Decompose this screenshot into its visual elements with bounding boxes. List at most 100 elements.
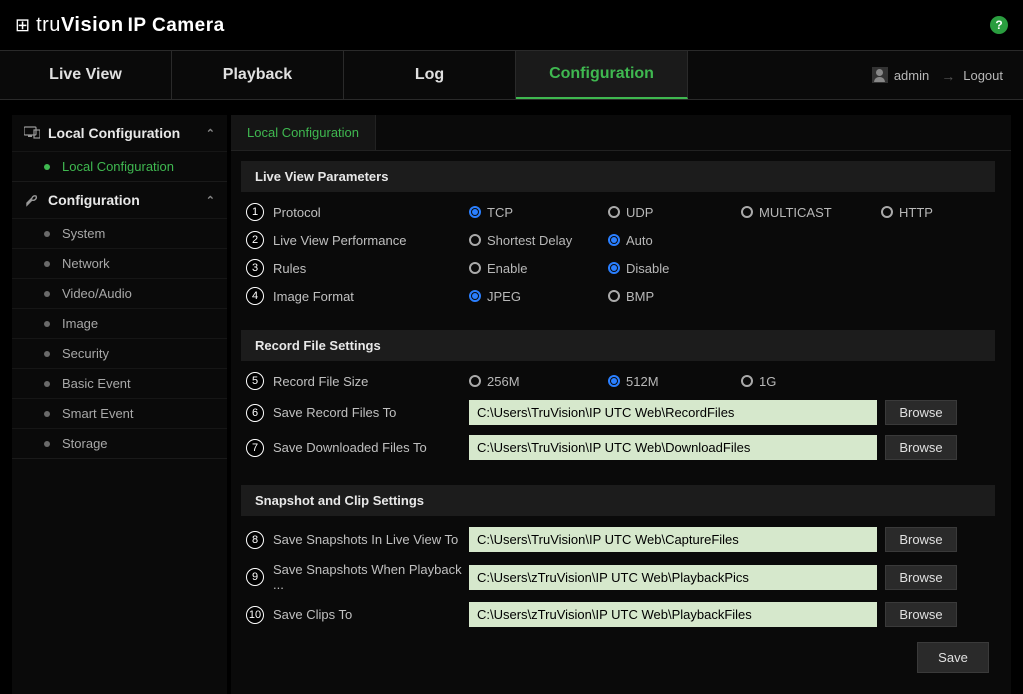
sidebar-group-local: Local Configuration ⌃ Local Configuratio… bbox=[12, 115, 227, 182]
input-clips[interactable] bbox=[469, 602, 877, 627]
label-snapshot-playback: Save Snapshots When Playback ... bbox=[269, 562, 469, 592]
nav-tab-configuration[interactable]: Configuration bbox=[516, 51, 688, 99]
label-clips: Save Clips To bbox=[269, 607, 469, 622]
brand-logo: ⊞ truVisionIP Camera bbox=[15, 14, 225, 37]
row-image-format: 4 Image Format JPEG BMP bbox=[241, 282, 995, 310]
sidebar-item-storage[interactable]: Storage bbox=[12, 428, 227, 458]
input-snapshot-playback[interactable] bbox=[469, 565, 877, 590]
sidebar-item-video-audio[interactable]: Video/Audio bbox=[12, 278, 227, 308]
radio-icon bbox=[469, 234, 481, 246]
radio-rules-disable[interactable]: Disable bbox=[608, 261, 741, 276]
row-record-size: 5 Record File Size 256M 512M 1G bbox=[241, 367, 995, 395]
sidebar-item-network[interactable]: Network bbox=[12, 248, 227, 278]
marker-7: 7 bbox=[246, 439, 264, 457]
marker-5: 5 bbox=[246, 372, 264, 390]
brand-text: truVisionIP Camera bbox=[36, 14, 225, 37]
app-header: ⊞ truVisionIP Camera ? bbox=[0, 0, 1023, 50]
section-title-record: Record File Settings bbox=[241, 330, 995, 361]
sidebar-item-smart-event[interactable]: Smart Event bbox=[12, 398, 227, 428]
sidebar-header-configuration[interactable]: Configuration ⌃ bbox=[12, 182, 227, 218]
settings-panel: Live View Parameters 1 Protocol TCP UDP … bbox=[231, 151, 1011, 693]
radio-icon bbox=[469, 262, 481, 274]
radio-protocol-tcp[interactable]: TCP bbox=[469, 205, 608, 220]
section-title-live-view: Live View Parameters bbox=[241, 161, 995, 192]
sidebar-item-basic-event[interactable]: Basic Event bbox=[12, 368, 227, 398]
logout-label: Logout bbox=[963, 68, 1003, 83]
sidebar-item-system[interactable]: System bbox=[12, 218, 227, 248]
label-performance: Live View Performance bbox=[269, 233, 469, 248]
marker-4: 4 bbox=[246, 287, 264, 305]
row-snapshot-playback-path: 9 Save Snapshots When Playback ... Brows… bbox=[241, 557, 995, 597]
radio-icon bbox=[608, 375, 620, 387]
nav-tab-live-view[interactable]: Live View bbox=[0, 51, 172, 99]
brand-prefix: tru bbox=[36, 14, 61, 36]
radio-icon bbox=[469, 206, 481, 218]
brand-icon: ⊞ bbox=[15, 15, 30, 36]
marker-9: 9 bbox=[246, 568, 264, 586]
radio-icon bbox=[608, 234, 620, 246]
monitor-icon bbox=[24, 126, 40, 140]
save-button[interactable]: Save bbox=[917, 642, 989, 673]
browse-button-snapshot-live[interactable]: Browse bbox=[885, 527, 957, 552]
radio-icon bbox=[608, 206, 620, 218]
sidebar-item-image[interactable]: Image bbox=[12, 308, 227, 338]
row-protocol: 1 Protocol TCP UDP MULTICAST HTTP bbox=[241, 198, 995, 226]
browse-button-snapshot-playback[interactable]: Browse bbox=[885, 565, 957, 590]
sidebar-item-security[interactable]: Security bbox=[12, 338, 227, 368]
input-download-path[interactable] bbox=[469, 435, 877, 460]
radio-icon bbox=[881, 206, 893, 218]
help-icon[interactable]: ? bbox=[990, 16, 1008, 34]
content-tabs: Local Configuration bbox=[231, 115, 1011, 151]
marker-10: 10 bbox=[246, 606, 264, 624]
radio-icon bbox=[741, 206, 753, 218]
sidebar-header-local[interactable]: Local Configuration ⌃ bbox=[12, 115, 227, 151]
input-snapshot-live[interactable] bbox=[469, 527, 877, 552]
user-chip[interactable]: admin bbox=[872, 67, 929, 83]
brand-main: Vision bbox=[61, 14, 124, 36]
label-snapshot-live: Save Snapshots In Live View To bbox=[269, 532, 469, 547]
radio-icon bbox=[608, 262, 620, 274]
nav-tab-log[interactable]: Log bbox=[344, 51, 516, 99]
sidebar-group-title-config: Configuration bbox=[48, 192, 140, 208]
chevron-up-icon: ⌃ bbox=[206, 194, 215, 207]
radio-size-512m[interactable]: 512M bbox=[608, 374, 741, 389]
browse-button-record[interactable]: Browse bbox=[885, 400, 957, 425]
radio-protocol-multicast[interactable]: MULTICAST bbox=[741, 205, 881, 220]
radio-rules-enable[interactable]: Enable bbox=[469, 261, 608, 276]
label-protocol: Protocol bbox=[269, 205, 469, 220]
radio-perf-auto[interactable]: Auto bbox=[608, 233, 741, 248]
row-download-path: 7 Save Downloaded Files To Browse bbox=[241, 430, 995, 465]
nav-tab-playback[interactable]: Playback bbox=[172, 51, 344, 99]
content-tab-local[interactable]: Local Configuration bbox=[231, 115, 376, 150]
sidebar-group-configuration: Configuration ⌃ System Network Video/Aud… bbox=[12, 182, 227, 459]
row-rules: 3 Rules Enable Disable bbox=[241, 254, 995, 282]
logout-button[interactable]: Logout bbox=[941, 68, 1003, 83]
browse-button-clips[interactable]: Browse bbox=[885, 602, 957, 627]
radio-size-256m[interactable]: 256M bbox=[469, 374, 608, 389]
row-snapshot-live-path: 8 Save Snapshots In Live View To Browse bbox=[241, 522, 995, 557]
label-download-path: Save Downloaded Files To bbox=[269, 440, 469, 455]
radio-protocol-http[interactable]: HTTP bbox=[881, 205, 981, 220]
radio-size-1g[interactable]: 1G bbox=[741, 374, 881, 389]
row-record-path: 6 Save Record Files To Browse bbox=[241, 395, 995, 430]
main-nav: Live View Playback Log Configuration adm… bbox=[0, 50, 1023, 100]
radio-format-jpeg[interactable]: JPEG bbox=[469, 289, 608, 304]
brand-product: IP Camera bbox=[128, 15, 225, 36]
sidebar-item-local-configuration[interactable]: Local Configuration bbox=[12, 151, 227, 181]
marker-3: 3 bbox=[246, 259, 264, 277]
content-panel: Local Configuration Live View Parameters… bbox=[231, 115, 1011, 694]
label-rules: Rules bbox=[269, 261, 469, 276]
input-record-path[interactable] bbox=[469, 400, 877, 425]
row-live-view-performance: 2 Live View Performance Shortest Delay A… bbox=[241, 226, 995, 254]
radio-icon bbox=[608, 290, 620, 302]
logout-icon bbox=[941, 68, 957, 82]
label-record-path: Save Record Files To bbox=[269, 405, 469, 420]
radio-protocol-udp[interactable]: UDP bbox=[608, 205, 741, 220]
radio-perf-shortest[interactable]: Shortest Delay bbox=[469, 233, 608, 248]
sidebar: Local Configuration ⌃ Local Configuratio… bbox=[12, 115, 227, 694]
browse-button-download[interactable]: Browse bbox=[885, 435, 957, 460]
section-title-snapshot: Snapshot and Clip Settings bbox=[241, 485, 995, 516]
radio-format-bmp[interactable]: BMP bbox=[608, 289, 741, 304]
row-clips-path: 10 Save Clips To Browse bbox=[241, 597, 995, 632]
marker-8: 8 bbox=[246, 531, 264, 549]
